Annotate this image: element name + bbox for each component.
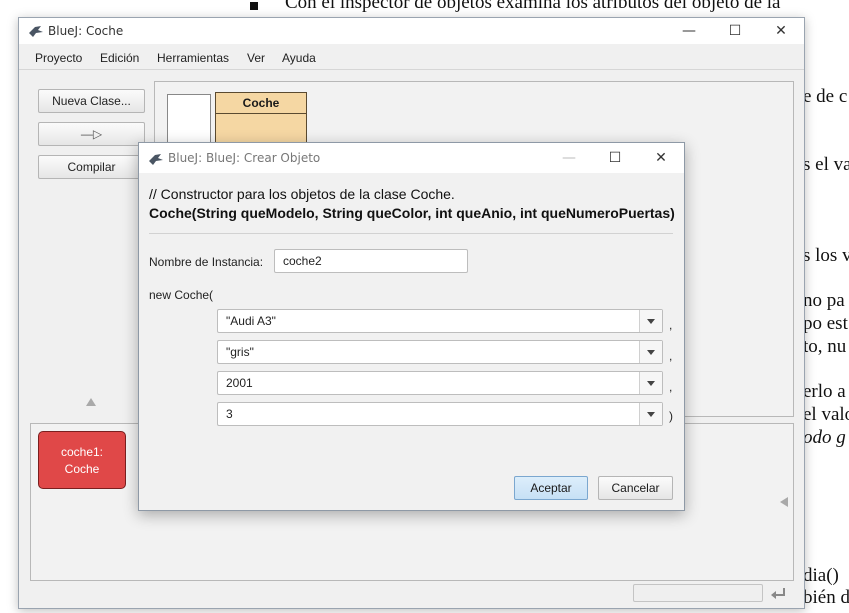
doc-line: po est [803, 313, 848, 334]
reset-vm-icon[interactable] [770, 585, 788, 601]
maximize-button[interactable]: ☐ [592, 145, 638, 171]
doc-line: Con el inspector de objetos examina los … [285, 0, 781, 13]
compile-button[interactable]: Compilar [38, 155, 145, 179]
param-value: "gris" [226, 345, 254, 359]
new-expression-label: new Coche( [149, 288, 214, 302]
param-modelo-combo[interactable]: "Audi A3" [217, 309, 663, 333]
new-class-button[interactable]: Nueva Clase... [38, 89, 145, 113]
cancel-button[interactable]: Cancelar [598, 476, 673, 500]
constructor-signature: Coche(String queModelo, String queColor,… [149, 205, 675, 221]
constructor-comment: // Constructor para los objetos de la cl… [149, 186, 455, 202]
object-type: Coche [64, 462, 100, 476]
status-field [633, 584, 763, 602]
dialog-title-bar[interactable]: BlueJ: BlueJ: Crear Objeto — ☐ ✕ [139, 143, 684, 173]
param-value: 2001 [226, 376, 253, 390]
param-separator: , [669, 380, 673, 394]
menu-ver[interactable]: Ver [247, 51, 265, 65]
arrow-button[interactable]: —▷ [38, 122, 145, 146]
object-coche1[interactable]: coche1: Coche [38, 431, 126, 489]
readme-note-icon[interactable] [167, 94, 211, 146]
triangle-left-icon[interactable] [779, 496, 789, 508]
doc-line: to, nu [803, 336, 847, 357]
param-separator: , [669, 318, 673, 332]
triangle-up-icon[interactable] [85, 397, 97, 407]
bullet-icon [250, 2, 258, 10]
close-button[interactable]: ✕ [758, 18, 804, 44]
param-separator: , [669, 349, 673, 363]
doc-line: e de c [803, 86, 848, 107]
instance-name-label: Nombre de Instancia: [149, 255, 264, 269]
param-value: "Audi A3" [226, 314, 276, 328]
menu-herramientas[interactable]: Herramientas [157, 51, 229, 65]
chevron-down-icon[interactable] [639, 310, 662, 332]
chevron-down-icon[interactable] [639, 372, 662, 394]
class-name: Coche [216, 93, 306, 114]
minimize-button[interactable]: — [666, 18, 712, 44]
doc-line: dia() [803, 565, 839, 586]
menu-ayuda[interactable]: Ayuda [282, 51, 316, 65]
doc-line: el valo [803, 404, 849, 425]
minimize-button: — [562, 150, 576, 166]
doc-line: bién d [803, 587, 849, 608]
create-object-dialog: BlueJ: BlueJ: Crear Objeto — ☐ ✕ // Cons… [138, 142, 685, 511]
doc-line: no pa [803, 290, 845, 311]
chevron-down-icon[interactable] [639, 403, 662, 425]
divider [149, 233, 673, 234]
doc-line: s los v [803, 245, 849, 266]
menu-proyecto[interactable]: Proyecto [35, 51, 82, 65]
chevron-down-icon[interactable] [639, 341, 662, 363]
menu-bar: Proyecto Edición Herramientas Ver Ayuda [19, 45, 804, 70]
bluej-bird-icon [29, 26, 43, 37]
param-close-paren: ) [669, 409, 673, 423]
close-button[interactable]: ✕ [638, 145, 684, 171]
menu-edicion[interactable]: Edición [100, 51, 139, 65]
param-anio-combo[interactable]: 2001 [217, 371, 663, 395]
dialog-title: BlueJ: BlueJ: Crear Objeto [168, 151, 321, 165]
maximize-button[interactable]: ☐ [712, 18, 758, 44]
param-color-combo[interactable]: "gris" [217, 340, 663, 364]
instance-name-input[interactable]: coche2 [274, 249, 468, 273]
title-bar[interactable]: BlueJ: Coche — ☐ ✕ [19, 18, 804, 44]
doc-line: erlo a [803, 381, 846, 402]
doc-line: odo g [803, 427, 846, 448]
bluej-bird-icon [149, 154, 163, 165]
param-value: 3 [226, 407, 233, 421]
doc-line: s el va [803, 154, 849, 175]
object-name: coche1: [60, 445, 104, 459]
param-puertas-combo[interactable]: 3 [217, 402, 663, 426]
accept-button[interactable]: Aceptar [514, 476, 588, 500]
window-title: BlueJ: Coche [48, 24, 124, 38]
